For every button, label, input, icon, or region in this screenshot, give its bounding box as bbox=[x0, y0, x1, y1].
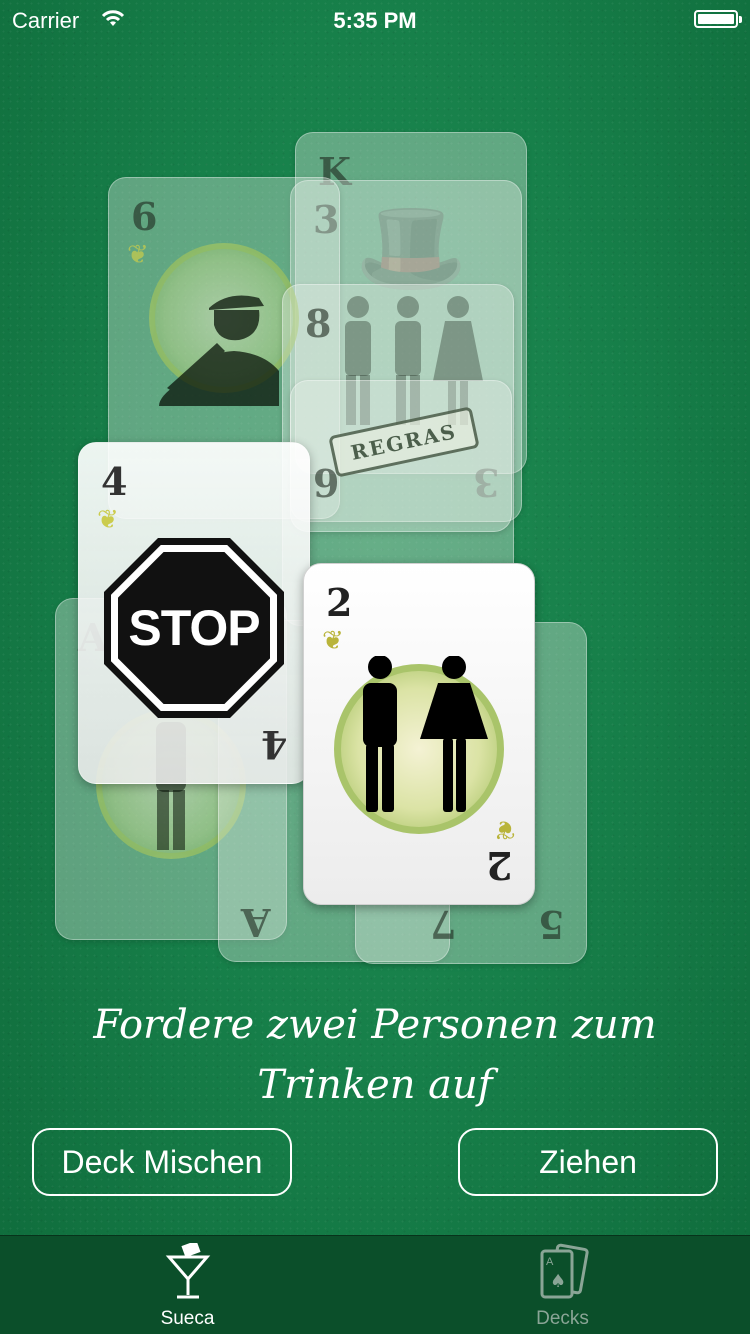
card-rank-bottom: 7 bbox=[429, 902, 456, 947]
clock: 5:35 PM bbox=[333, 8, 417, 33]
draw-card-button[interactable]: Ziehen bbox=[458, 1128, 718, 1196]
lemon-leaf-icon: ❦ bbox=[322, 626, 344, 656]
card-rank: 6 bbox=[131, 194, 158, 239]
cocktail-glass-icon bbox=[0, 1243, 375, 1302]
lemon-leaf-icon: ❦ bbox=[494, 814, 516, 844]
card-rank-bottom: A bbox=[241, 900, 271, 945]
tab-decks[interactable]: A ♠ Decks bbox=[375, 1236, 750, 1334]
svg-text:A: A bbox=[546, 1256, 554, 1268]
tab-sueca[interactable]: Sueca bbox=[0, 1236, 375, 1334]
lemon-leaf-icon: ❦ bbox=[97, 505, 119, 535]
shuffle-deck-button[interactable]: Deck Mischen bbox=[32, 1128, 292, 1196]
tab-bar: Sueca A ♠ Decks bbox=[0, 1235, 750, 1334]
man-and-woman-icon bbox=[342, 655, 492, 816]
card-rank-bottom: 4 bbox=[260, 722, 287, 767]
card-rank: 2 bbox=[326, 580, 353, 625]
playing-cards-icon: A ♠ bbox=[375, 1243, 750, 1302]
card-instruction: Fordere zwei Personen zum Trinken auf bbox=[93, 1002, 657, 1108]
tab-label: Sueca bbox=[160, 1308, 215, 1329]
card-rank-bottom: 2 bbox=[485, 843, 512, 888]
saluting-soldier-icon bbox=[149, 268, 299, 428]
status-bar: Carrier 5:35 PM bbox=[0, 0, 750, 40]
app-screen: Carrier 5:35 PM K 🎩 3 3 6 ❦ 8 9 REGRAS A… bbox=[0, 0, 750, 1334]
battery-icon bbox=[694, 10, 742, 28]
card-rank: 4 bbox=[101, 459, 128, 504]
card-rank-bottom: 5 bbox=[537, 902, 564, 947]
regras-scroll-icon: REGRAS bbox=[328, 406, 480, 478]
card-rank: 8 bbox=[305, 301, 332, 346]
card-nine: 9 REGRAS bbox=[290, 380, 512, 532]
card-two-front[interactable]: 2 ❦ ❦ 2 bbox=[303, 563, 535, 905]
svg-text:♠: ♠ bbox=[550, 1271, 566, 1292]
lemon-leaf-icon: ❦ bbox=[127, 240, 149, 270]
tab-label: Decks bbox=[536, 1308, 589, 1329]
card-four-stop: 4 ❦ STOP 4 bbox=[78, 442, 310, 784]
stop-sign-icon: STOP bbox=[104, 538, 284, 718]
